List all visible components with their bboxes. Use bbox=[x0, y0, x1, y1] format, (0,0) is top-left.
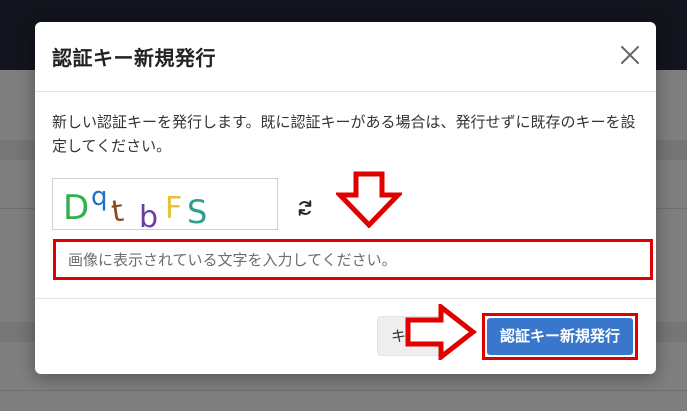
captcha-char: b bbox=[139, 200, 158, 229]
captcha-graphic: DqtbFS bbox=[63, 182, 207, 235]
refresh-icon[interactable] bbox=[296, 199, 314, 217]
captcha-char: q bbox=[91, 182, 108, 212]
captcha-char: S bbox=[187, 193, 207, 229]
captcha-char: t bbox=[109, 194, 126, 229]
dialog-header: 認証キー新規発行 bbox=[35, 22, 656, 92]
dialog-description: 新しい認証キーを発行します。既に認証キーがある場合は、発行せずに既存のキーを設定… bbox=[52, 113, 636, 155]
backdrop-row-divider bbox=[0, 390, 687, 391]
captcha-image: DqtbFS bbox=[52, 178, 278, 235]
arrow-right-annotation bbox=[405, 304, 477, 360]
dialog-title: 認証キー新規発行 bbox=[52, 46, 216, 70]
captcha-char: D bbox=[63, 188, 89, 228]
arrow-down-annotation bbox=[336, 171, 402, 228]
close-icon[interactable] bbox=[618, 43, 642, 67]
captcha-input[interactable] bbox=[53, 239, 653, 280]
captcha-char: F bbox=[165, 191, 182, 226]
footer-divider bbox=[35, 298, 656, 299]
issue-key-button[interactable]: 認証キー新規発行 bbox=[487, 318, 633, 355]
submit-highlight: 認証キー新規発行 bbox=[482, 313, 638, 360]
